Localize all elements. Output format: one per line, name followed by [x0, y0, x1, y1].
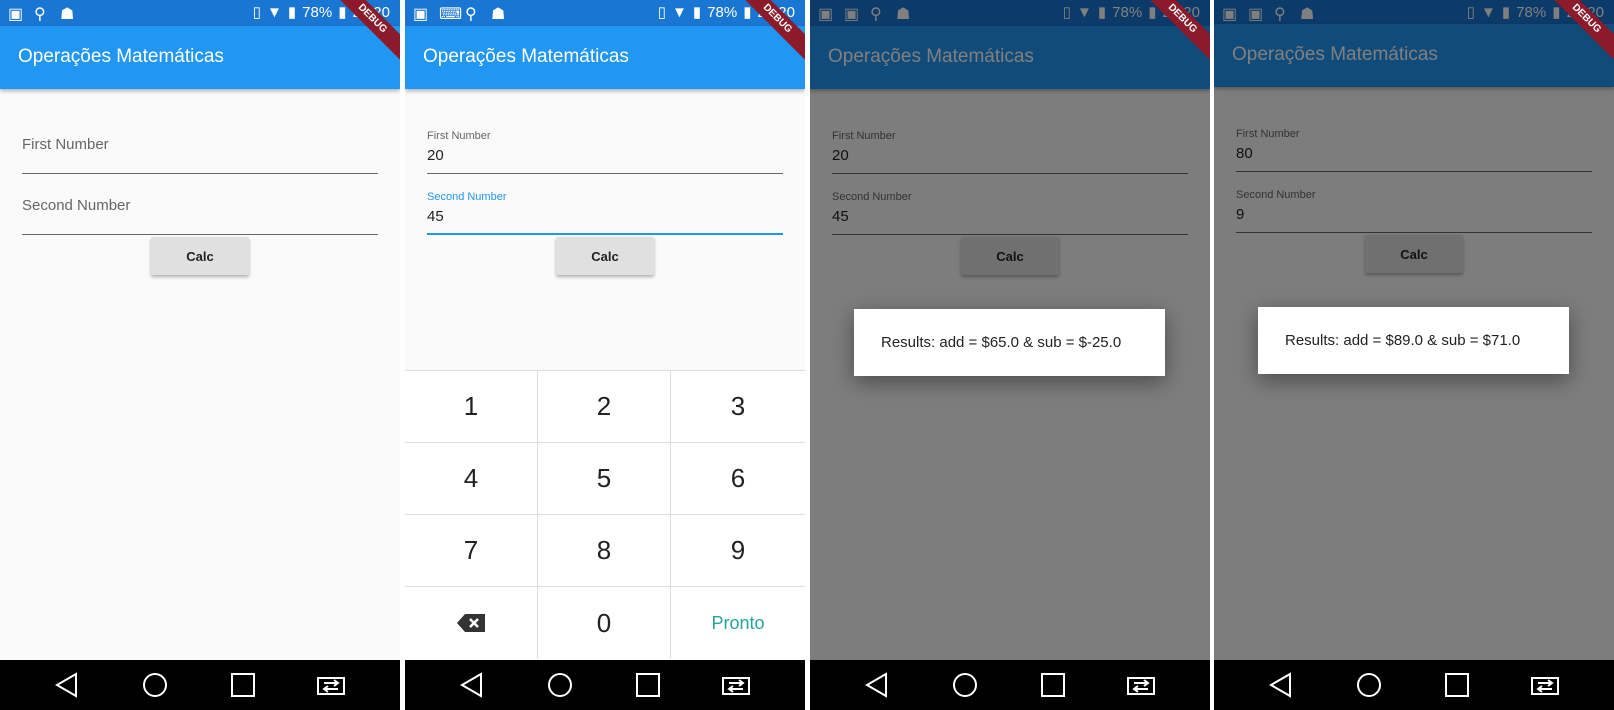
page-title: Operações Matemáticas — [423, 46, 629, 67]
first-number-field[interactable]: First Number — [22, 116, 378, 174]
switch-app-icon[interactable] — [721, 672, 751, 698]
home-icon[interactable] — [1356, 672, 1382, 698]
switch-app-icon[interactable] — [1126, 672, 1156, 698]
key-6[interactable]: 6 — [671, 443, 805, 515]
key-7[interactable]: 7 — [405, 515, 538, 587]
recents-icon[interactable] — [230, 672, 256, 698]
result-text: Results: add = $89.0 & sub = $71.0 — [1285, 332, 1521, 349]
wifi-icon: ▼ — [672, 3, 687, 21]
backspace-key[interactable] — [405, 587, 538, 659]
keyboard-icon: ⌨ — [439, 6, 463, 23]
battery-percent: 78% — [707, 3, 738, 21]
nav-bar — [405, 660, 805, 710]
app-bar: Operações Matemáticas — [405, 26, 805, 89]
key-9[interactable]: 9 — [671, 515, 805, 587]
screen-keypad: ▣⌨⚲☗ ▯▼▮78%▮23:20 Operações Matemáticas … — [405, 0, 805, 710]
status-bar: ▣⚲☗ ▯▼▮78%▮23:20 — [0, 0, 400, 26]
screen-result-1: ▣▣⚲☗ ▯▼▮78%▮23:20 Operações Matemáticas … — [810, 0, 1210, 710]
second-number-label: Second Number — [427, 191, 507, 203]
result-text: Results: add = $65.0 & sub = $-25.0 — [881, 334, 1122, 351]
calc-button[interactable]: Calc — [556, 237, 654, 275]
signal-icon: ▮ — [692, 4, 702, 21]
second-number-value: 45 — [427, 208, 444, 225]
nav-bar — [0, 660, 400, 710]
key-1[interactable]: 1 — [405, 371, 538, 443]
app-bar: Operações Matemáticas — [0, 26, 400, 89]
home-icon[interactable] — [952, 672, 978, 698]
result-dialog: Results: add = $65.0 & sub = $-25.0 — [854, 309, 1165, 376]
key-2[interactable]: 2 — [538, 371, 671, 443]
usb-icon: ⚲ — [465, 6, 477, 23]
numeric-keypad: 1 2 3 4 5 6 7 8 9 0 Pronto — [405, 370, 805, 660]
back-icon[interactable] — [54, 672, 80, 698]
first-number-label: First Number — [427, 130, 491, 142]
switch-app-icon[interactable] — [316, 672, 346, 698]
recents-icon[interactable] — [635, 672, 661, 698]
battery-percent: 78% — [302, 3, 333, 21]
nav-bar — [810, 660, 1210, 710]
vibrate-icon: ▯ — [657, 4, 667, 21]
usb-icon: ⚲ — [34, 6, 46, 23]
second-number-field[interactable]: Second Number 45 — [427, 177, 783, 235]
recents-icon[interactable] — [1444, 672, 1470, 698]
back-icon[interactable] — [1268, 672, 1294, 698]
screen-result-2: ▣▣⚲☗ ▯▼▮78%▮23:20 Operações Matemáticas … — [1214, 0, 1614, 710]
recents-icon[interactable] — [1040, 672, 1066, 698]
done-key[interactable]: Pronto — [671, 587, 805, 659]
key-0[interactable]: 0 — [538, 587, 671, 659]
calc-button[interactable]: Calc — [151, 237, 249, 275]
key-4[interactable]: 4 — [405, 443, 538, 515]
wifi-icon: ▼ — [267, 3, 282, 21]
vibrate-icon: ▯ — [252, 4, 262, 21]
image-icon: ▣ — [413, 6, 429, 23]
key-5[interactable]: 5 — [538, 443, 671, 515]
nav-bar — [1214, 660, 1614, 710]
home-icon[interactable] — [547, 672, 573, 698]
notification-icon: ▣ — [8, 6, 24, 23]
home-icon[interactable] — [142, 672, 168, 698]
signal-icon: ▮ — [287, 4, 297, 21]
key-3[interactable]: 3 — [671, 371, 805, 443]
page-title: Operações Matemáticas — [18, 46, 224, 67]
first-number-label: First Number — [22, 136, 109, 153]
screen-empty: ▣⚲☗ ▯▼▮78%▮23:20 Operações Matemáticas D… — [0, 0, 400, 710]
back-icon[interactable] — [459, 672, 485, 698]
switch-app-icon[interactable] — [1530, 672, 1560, 698]
back-icon[interactable] — [864, 672, 890, 698]
first-number-value: 20 — [427, 147, 444, 164]
key-8[interactable]: 8 — [538, 515, 671, 587]
second-number-label: Second Number — [22, 197, 131, 214]
backspace-icon — [457, 614, 485, 632]
android-icon: ☗ — [60, 6, 75, 23]
android-icon: ☗ — [491, 6, 506, 23]
status-bar: ▣⌨⚲☗ ▯▼▮78%▮23:20 — [405, 0, 805, 26]
first-number-field[interactable]: First Number 20 — [427, 116, 783, 174]
second-number-field[interactable]: Second Number — [22, 177, 378, 235]
result-dialog: Results: add = $89.0 & sub = $71.0 — [1258, 307, 1569, 374]
